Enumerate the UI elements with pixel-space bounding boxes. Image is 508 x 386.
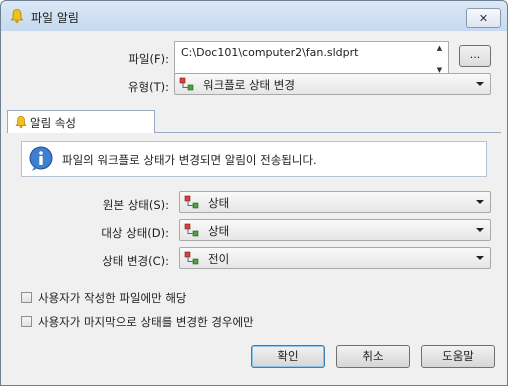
transition-icon	[184, 251, 199, 265]
info-panel: 파일의 워크플로 상태가 변경되면 알림이 전송됩니다.	[21, 141, 487, 177]
tab-strip: 알림 속성	[7, 110, 501, 133]
close-icon: ✕	[478, 11, 489, 25]
target-state-label: 대상 상태(D):	[101, 226, 169, 240]
cancel-button[interactable]: 취소	[336, 345, 410, 368]
close-button[interactable]: ✕	[466, 8, 501, 28]
chevron-down-icon	[476, 200, 484, 204]
info-text: 파일의 워크플로 상태가 변경되면 알림이 전송됩니다.	[62, 153, 317, 167]
original-state-value: 상태	[208, 196, 230, 210]
target-state-value: 상태	[208, 224, 230, 238]
browse-button[interactable]: ...	[459, 45, 491, 67]
chevron-down-icon	[476, 256, 484, 260]
help-button[interactable]: 도움말	[421, 345, 495, 368]
info-icon	[29, 146, 53, 171]
only-last-changed-label: 사용자가 마지막으로 상태를 변경한 경우에만	[38, 315, 254, 329]
state-change-label: 상태 변경(C):	[102, 254, 169, 268]
workflow-state-icon	[184, 195, 199, 209]
tab-label: 알림 속성	[30, 116, 76, 130]
chevron-down-icon	[476, 228, 484, 232]
workflow-state-icon	[184, 223, 199, 237]
file-path-field[interactable]: C:\Doc101\computer2\fan.sldprt ▲ ▼	[174, 41, 449, 75]
file-label: 파일(F):	[128, 52, 169, 66]
bell-icon	[10, 9, 24, 24]
file-path-value: C:\Doc101\computer2\fan.sldprt	[181, 46, 359, 59]
only-my-files-label: 사용자가 작성한 파일에만 해당	[38, 291, 187, 305]
dialog-body: 파일(F): C:\Doc101\computer2\fan.sldprt ▲ …	[7, 31, 501, 379]
bell-icon	[15, 115, 27, 129]
target-state-dropdown[interactable]: 상태	[179, 219, 491, 241]
tab-notification-properties[interactable]: 알림 속성	[7, 110, 155, 133]
workflow-state-icon	[179, 77, 194, 91]
original-state-label: 원본 상태(S):	[102, 198, 169, 212]
chevron-down-icon	[476, 82, 484, 86]
type-dropdown[interactable]: 워크플로 상태 변경	[174, 73, 491, 95]
state-change-dropdown[interactable]: 전이	[179, 247, 491, 269]
only-last-changed-checkbox[interactable]	[21, 316, 32, 327]
type-label: 유형(T):	[127, 80, 169, 94]
original-state-dropdown[interactable]: 상태	[179, 191, 491, 213]
window-title: 파일 알림	[31, 11, 79, 25]
title-bar[interactable]: 파일 알림 ✕	[1, 1, 507, 31]
dialog-window: 파일 알림 ✕ 파일(F): C:\Doc101\computer2\fan.s…	[0, 0, 508, 386]
type-value: 워크플로 상태 변경	[203, 78, 295, 92]
spin-up-icon[interactable]: ▲	[437, 44, 442, 52]
state-change-value: 전이	[208, 252, 230, 266]
file-path-spinner[interactable]: ▲ ▼	[433, 44, 446, 74]
only-my-files-checkbox[interactable]	[21, 292, 32, 303]
ok-button[interactable]: 확인	[251, 345, 325, 368]
